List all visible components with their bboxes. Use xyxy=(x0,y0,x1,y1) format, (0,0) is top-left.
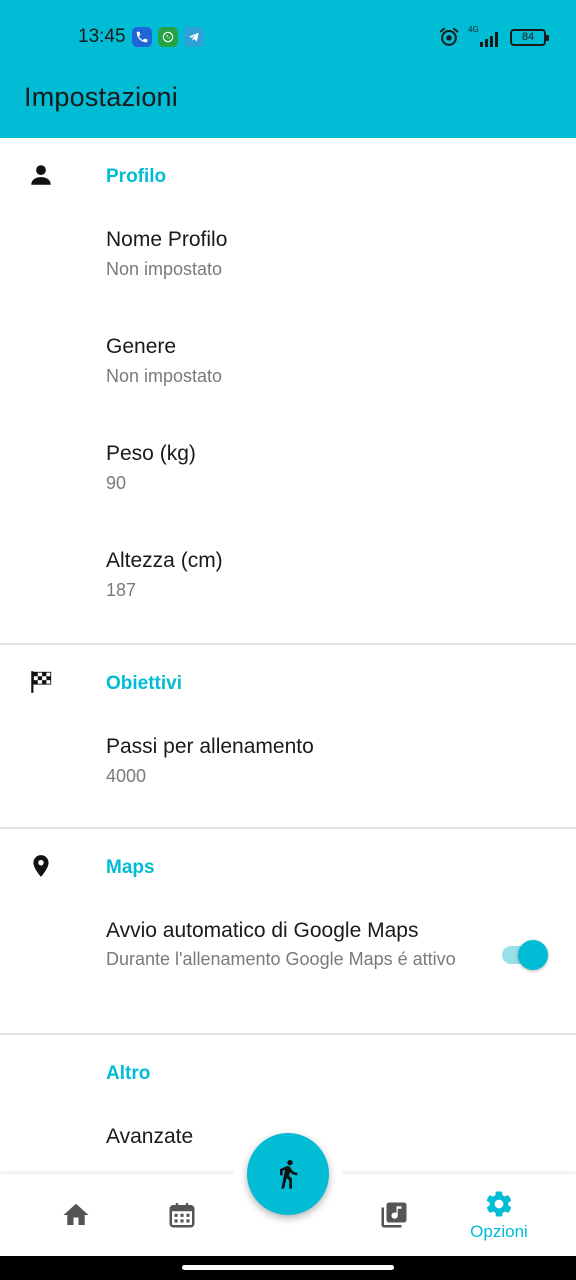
section-goals: Obiettivi Passi per allenamento 4000 xyxy=(0,645,576,827)
alarm-icon xyxy=(439,27,459,46)
phone-icon xyxy=(132,27,152,47)
settings-list: Profilo Nome Profilo Non impostato Gener… xyxy=(0,138,576,1218)
status-right: 4G 84 xyxy=(438,25,549,48)
nav-home[interactable] xyxy=(46,1174,106,1256)
section-header: Obiettivi xyxy=(0,645,576,721)
setting-title: Avanzate xyxy=(106,1125,194,1148)
music-library-icon xyxy=(381,1202,407,1228)
setting-google-maps-autostart[interactable]: Avvio automatico di Google Maps Durante … xyxy=(0,905,576,1033)
section-profile: Profilo Nome Profilo Non impostato Gener… xyxy=(0,138,576,643)
section-header: Altro xyxy=(0,1035,576,1111)
toggle-thumb xyxy=(518,940,548,970)
setting-value: 90 xyxy=(106,473,127,493)
setting-value: Non impostato xyxy=(106,259,223,279)
calendar-icon xyxy=(169,1203,195,1228)
status-bar: 13:45 4G 84 xyxy=(0,0,576,72)
nav-options-label: Opzioni xyxy=(470,1221,528,1241)
setting-value: Non impostato xyxy=(106,366,223,386)
section-header: Maps xyxy=(0,829,576,905)
page-title: Impostazioni xyxy=(24,82,178,112)
nav-calendar[interactable] xyxy=(152,1174,212,1256)
app-bar: 13:45 4G 84 Impostazioni xyxy=(0,0,576,138)
section-title-other: Altro xyxy=(106,1063,151,1084)
section-title-profile: Profilo xyxy=(106,166,167,187)
start-workout-fab[interactable] xyxy=(247,1133,329,1215)
signal-strength-icon: 4G xyxy=(468,25,502,47)
checkered-flag-icon xyxy=(31,671,52,693)
home-icon xyxy=(63,1203,89,1225)
section-title-maps: Maps xyxy=(106,857,155,878)
battery-indicator: 84 xyxy=(510,28,549,46)
setting-gender[interactable]: Genere Non impostato xyxy=(0,321,576,428)
whatsapp-icon xyxy=(158,27,178,47)
setting-value: 187 xyxy=(106,580,137,600)
setting-title: Altezza (cm) xyxy=(106,549,223,572)
setting-title: Genere xyxy=(106,335,177,358)
network-type-label: 4G xyxy=(468,25,479,34)
setting-value: 4000 xyxy=(106,766,147,786)
person-icon xyxy=(31,165,51,185)
settings-gear-icon xyxy=(486,1190,512,1217)
setting-title: Peso (kg) xyxy=(106,442,196,465)
setting-steps-per-workout[interactable]: Passi per allenamento 4000 xyxy=(0,721,576,827)
setting-weight[interactable]: Peso (kg) 90 xyxy=(0,428,576,535)
setting-title: Nome Profilo xyxy=(106,228,228,251)
setting-profile-name[interactable]: Nome Profilo Non impostato xyxy=(0,214,576,321)
nav-options[interactable]: Opzioni xyxy=(459,1174,539,1256)
setting-title: Avvio automatico di Google Maps xyxy=(106,919,419,942)
section-header: Profilo xyxy=(0,138,576,214)
section-maps: Maps Avvio automatico di Google Maps Dur… xyxy=(0,829,576,1033)
setting-description: Durante l'allenamento Google Maps é atti… xyxy=(106,949,456,969)
location-pin-icon xyxy=(33,855,49,877)
nav-music[interactable] xyxy=(364,1174,424,1256)
home-gesture-bar[interactable] xyxy=(182,1265,394,1270)
telegram-icon xyxy=(184,27,204,47)
google-maps-toggle[interactable] xyxy=(500,940,548,970)
section-title-goals: Obiettivi xyxy=(106,673,183,694)
setting-height[interactable]: Altezza (cm) 187 xyxy=(0,535,576,643)
setting-title: Passi per allenamento xyxy=(106,735,314,758)
status-time: 13:45 xyxy=(78,26,126,47)
notification-icons xyxy=(132,27,204,47)
running-person-icon xyxy=(280,1160,298,1189)
